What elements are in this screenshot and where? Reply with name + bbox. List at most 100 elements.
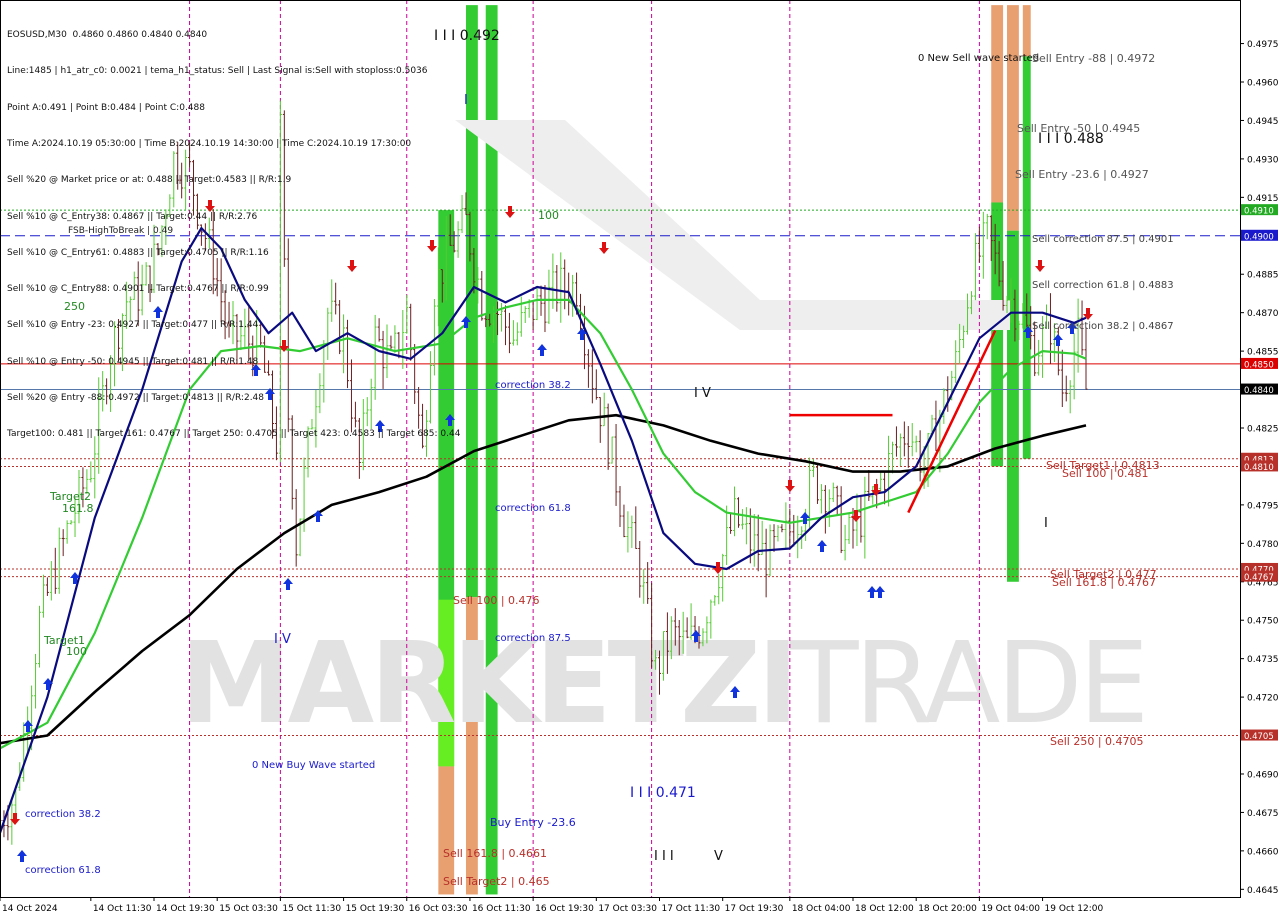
x-tick-label: 16 Oct 19:30	[535, 904, 594, 914]
chart-annotation: Sell Entry -23.6 | 0.4927	[1015, 168, 1149, 181]
chart-annotation: Sell correction 38.2 | 0.4867	[1032, 321, 1174, 332]
y-tick-label: 0.4870	[1247, 309, 1279, 319]
price-tag-label: 0.4705	[1244, 732, 1274, 742]
price-tag-label: 0.4900	[1244, 232, 1274, 242]
y-tick-label: 0.4795	[1247, 501, 1279, 511]
buy-arrow-icon	[283, 578, 293, 590]
chart-annotation: 100	[66, 645, 87, 658]
y-tick-label: 0.4960	[1247, 79, 1279, 89]
chart-annotation: I I I	[654, 849, 674, 864]
chart-annotation: Sell Entry -50 | 0.4945	[1017, 122, 1140, 135]
info-line: Target100: 0.481 || Target 161: 0.4767 |…	[7, 429, 461, 440]
chart-annotation: I V	[274, 632, 291, 647]
chart-annotation: I V	[694, 386, 711, 401]
info-line: Sell %20 @ Market price or at: 0.488 || …	[7, 175, 292, 186]
sell-arrow-icon	[713, 562, 723, 574]
x-tick-label: 17 Oct 19:30	[725, 904, 784, 914]
x-tick-label: 15 Oct 03:30	[219, 904, 278, 914]
sell-arrow-icon	[599, 242, 609, 254]
info-line: Point A:0.491 | Point B:0.484 | Point C:…	[7, 102, 205, 113]
watermark-arrow-shape	[455, 120, 1010, 330]
y-tick-label: 0.4975	[1247, 40, 1279, 50]
chart-annotation: Sell 161.8 | 0.4661	[443, 847, 547, 860]
x-tick-label: 18 Oct 12:00	[855, 904, 914, 914]
watermark-light-text: TRADE	[789, 619, 1145, 749]
chart-annotation: Sell Entry -88 | 0.4972	[1032, 52, 1155, 65]
chart-annotation: I	[1044, 516, 1048, 531]
x-tick-label: 16 Oct 11:30	[472, 904, 531, 914]
buy-arrow-icon	[800, 512, 810, 524]
chart-annotation: Sell correction 87.5 | 0.4901	[1032, 234, 1174, 245]
chart-annotation: Sell 100 | 0.481	[1062, 467, 1149, 480]
zone-rect	[1022, 5, 1031, 57]
y-tick-label: 0.4735	[1247, 655, 1279, 665]
y-tick-label: 0.4675	[1247, 809, 1279, 819]
x-tick-label: 16 Oct 03:30	[409, 904, 468, 914]
chart-annotation: Sell 100 | 0.476	[453, 594, 540, 607]
y-tick-label: 0.4915	[1247, 194, 1279, 204]
x-tick-label: 15 Oct 11:30	[282, 904, 341, 914]
sell-arrow-icon	[785, 480, 795, 492]
y-tick-label: 0.4825	[1247, 424, 1279, 434]
chart-annotation: Sell correction 61.8 | 0.4883	[1032, 280, 1174, 291]
y-tick-label: 0.4945	[1247, 117, 1279, 127]
x-tick-label: 17 Oct 11:30	[661, 904, 720, 914]
chart-annotation: 0 New Buy Wave started	[252, 760, 375, 771]
price-tag-label: 0.4910	[1244, 207, 1274, 217]
chart-annotation: I I I 0.471	[630, 785, 696, 801]
info-line: Sell %10 @ C_Entry38: 0.4867 || Target:0…	[7, 211, 258, 222]
y-tick-label: 0.4780	[1247, 540, 1279, 550]
info-panel: EOSUSD,M30 0.4860 0.4860 0.4840 0.4840 L…	[7, 5, 460, 452]
zone-rect	[1007, 5, 1019, 231]
chart-annotation: V	[714, 849, 723, 864]
y-tick-label: 0.4750	[1247, 617, 1279, 627]
chart-annotation: correction 61.8	[25, 865, 101, 876]
zone-rect	[1022, 56, 1031, 459]
chart-annotation: 0 New Sell wave started	[918, 53, 1039, 64]
chart-annotation: Buy Entry -23.6	[490, 816, 576, 829]
info-line: EOSUSD,M30 0.4860 0.4860 0.4840 0.4840	[7, 30, 208, 41]
x-tick-label: 17 Oct 03:30	[598, 904, 657, 914]
chart-annotation: Sell 161.8 | 0.4767	[1052, 576, 1156, 589]
x-tick-label: 15 Oct 19:30	[346, 904, 405, 914]
chart-annotation: correction 61.8	[495, 503, 571, 514]
y-tick-label: 0.4855	[1247, 348, 1279, 358]
red-trendline	[907, 330, 997, 514]
info-line: Sell %10 @ C_Entry88: 0.4901 || Target:0…	[7, 284, 269, 295]
info-line: Sell %10 @ C_Entry61: 0.4883 || Target:0…	[7, 247, 269, 258]
buy-arrow-icon	[17, 850, 27, 862]
x-tick-label: 19 Oct 12:00	[1045, 904, 1104, 914]
zone-rect	[1007, 230, 1019, 582]
x-tick-label: 14 Oct 19:30	[156, 904, 215, 914]
x-tick-label: 18 Oct 04:00	[792, 904, 851, 914]
x-tick-label: 14 Oct 11:30	[93, 904, 152, 914]
buy-arrow-icon	[817, 540, 827, 552]
chart-annotation: correction 38.2	[25, 809, 101, 820]
chart-annotation: 100	[538, 209, 559, 222]
buy-arrow-icon	[537, 344, 547, 356]
sell-arrow-icon	[1035, 260, 1045, 272]
y-tick-label: 0.4690	[1247, 770, 1279, 780]
price-tag-label: 0.4767	[1244, 573, 1274, 583]
price-tag-label: 0.4810	[1244, 463, 1274, 473]
chart-annotation: correction 38.2	[495, 380, 571, 391]
chart-annotation: Sell Target2 | 0.465	[443, 875, 550, 888]
x-tick-label: 18 Oct 20:00	[918, 904, 977, 914]
y-tick-label: 0.4720	[1247, 694, 1279, 704]
chart-annotation: I	[464, 93, 468, 108]
zone-rect	[991, 5, 1004, 203]
sell-arrow-icon	[505, 206, 515, 218]
x-tick-label: 19 Oct 04:00	[981, 904, 1040, 914]
info-line: Sell %20 @ Entry -88: 0.4972 || Target:0…	[7, 393, 265, 403]
x-tick-label: 14 Oct 2024	[2, 904, 58, 914]
price-tag-label: 0.4840	[1244, 386, 1274, 396]
info-line: Sell %10 @ Entry -23: 0.4927 || Target:0…	[7, 320, 259, 331]
info-line: Sell %10 @ Entry -50: 0.4945 || Target:0…	[7, 356, 259, 367]
buy-arrow-icon	[875, 586, 885, 598]
y-tick-label: 0.4660	[1247, 847, 1279, 857]
chart-annotation: 161.8	[62, 502, 94, 515]
chart-annotation: Sell 250 | 0.4705	[1050, 735, 1144, 748]
y-tick-label: 0.4885	[1247, 271, 1279, 281]
chart-annotation: correction 87.5	[495, 633, 571, 644]
info-line: Line:1485 | h1_atr_c0: 0.0021 | tema_h1_…	[7, 66, 428, 77]
